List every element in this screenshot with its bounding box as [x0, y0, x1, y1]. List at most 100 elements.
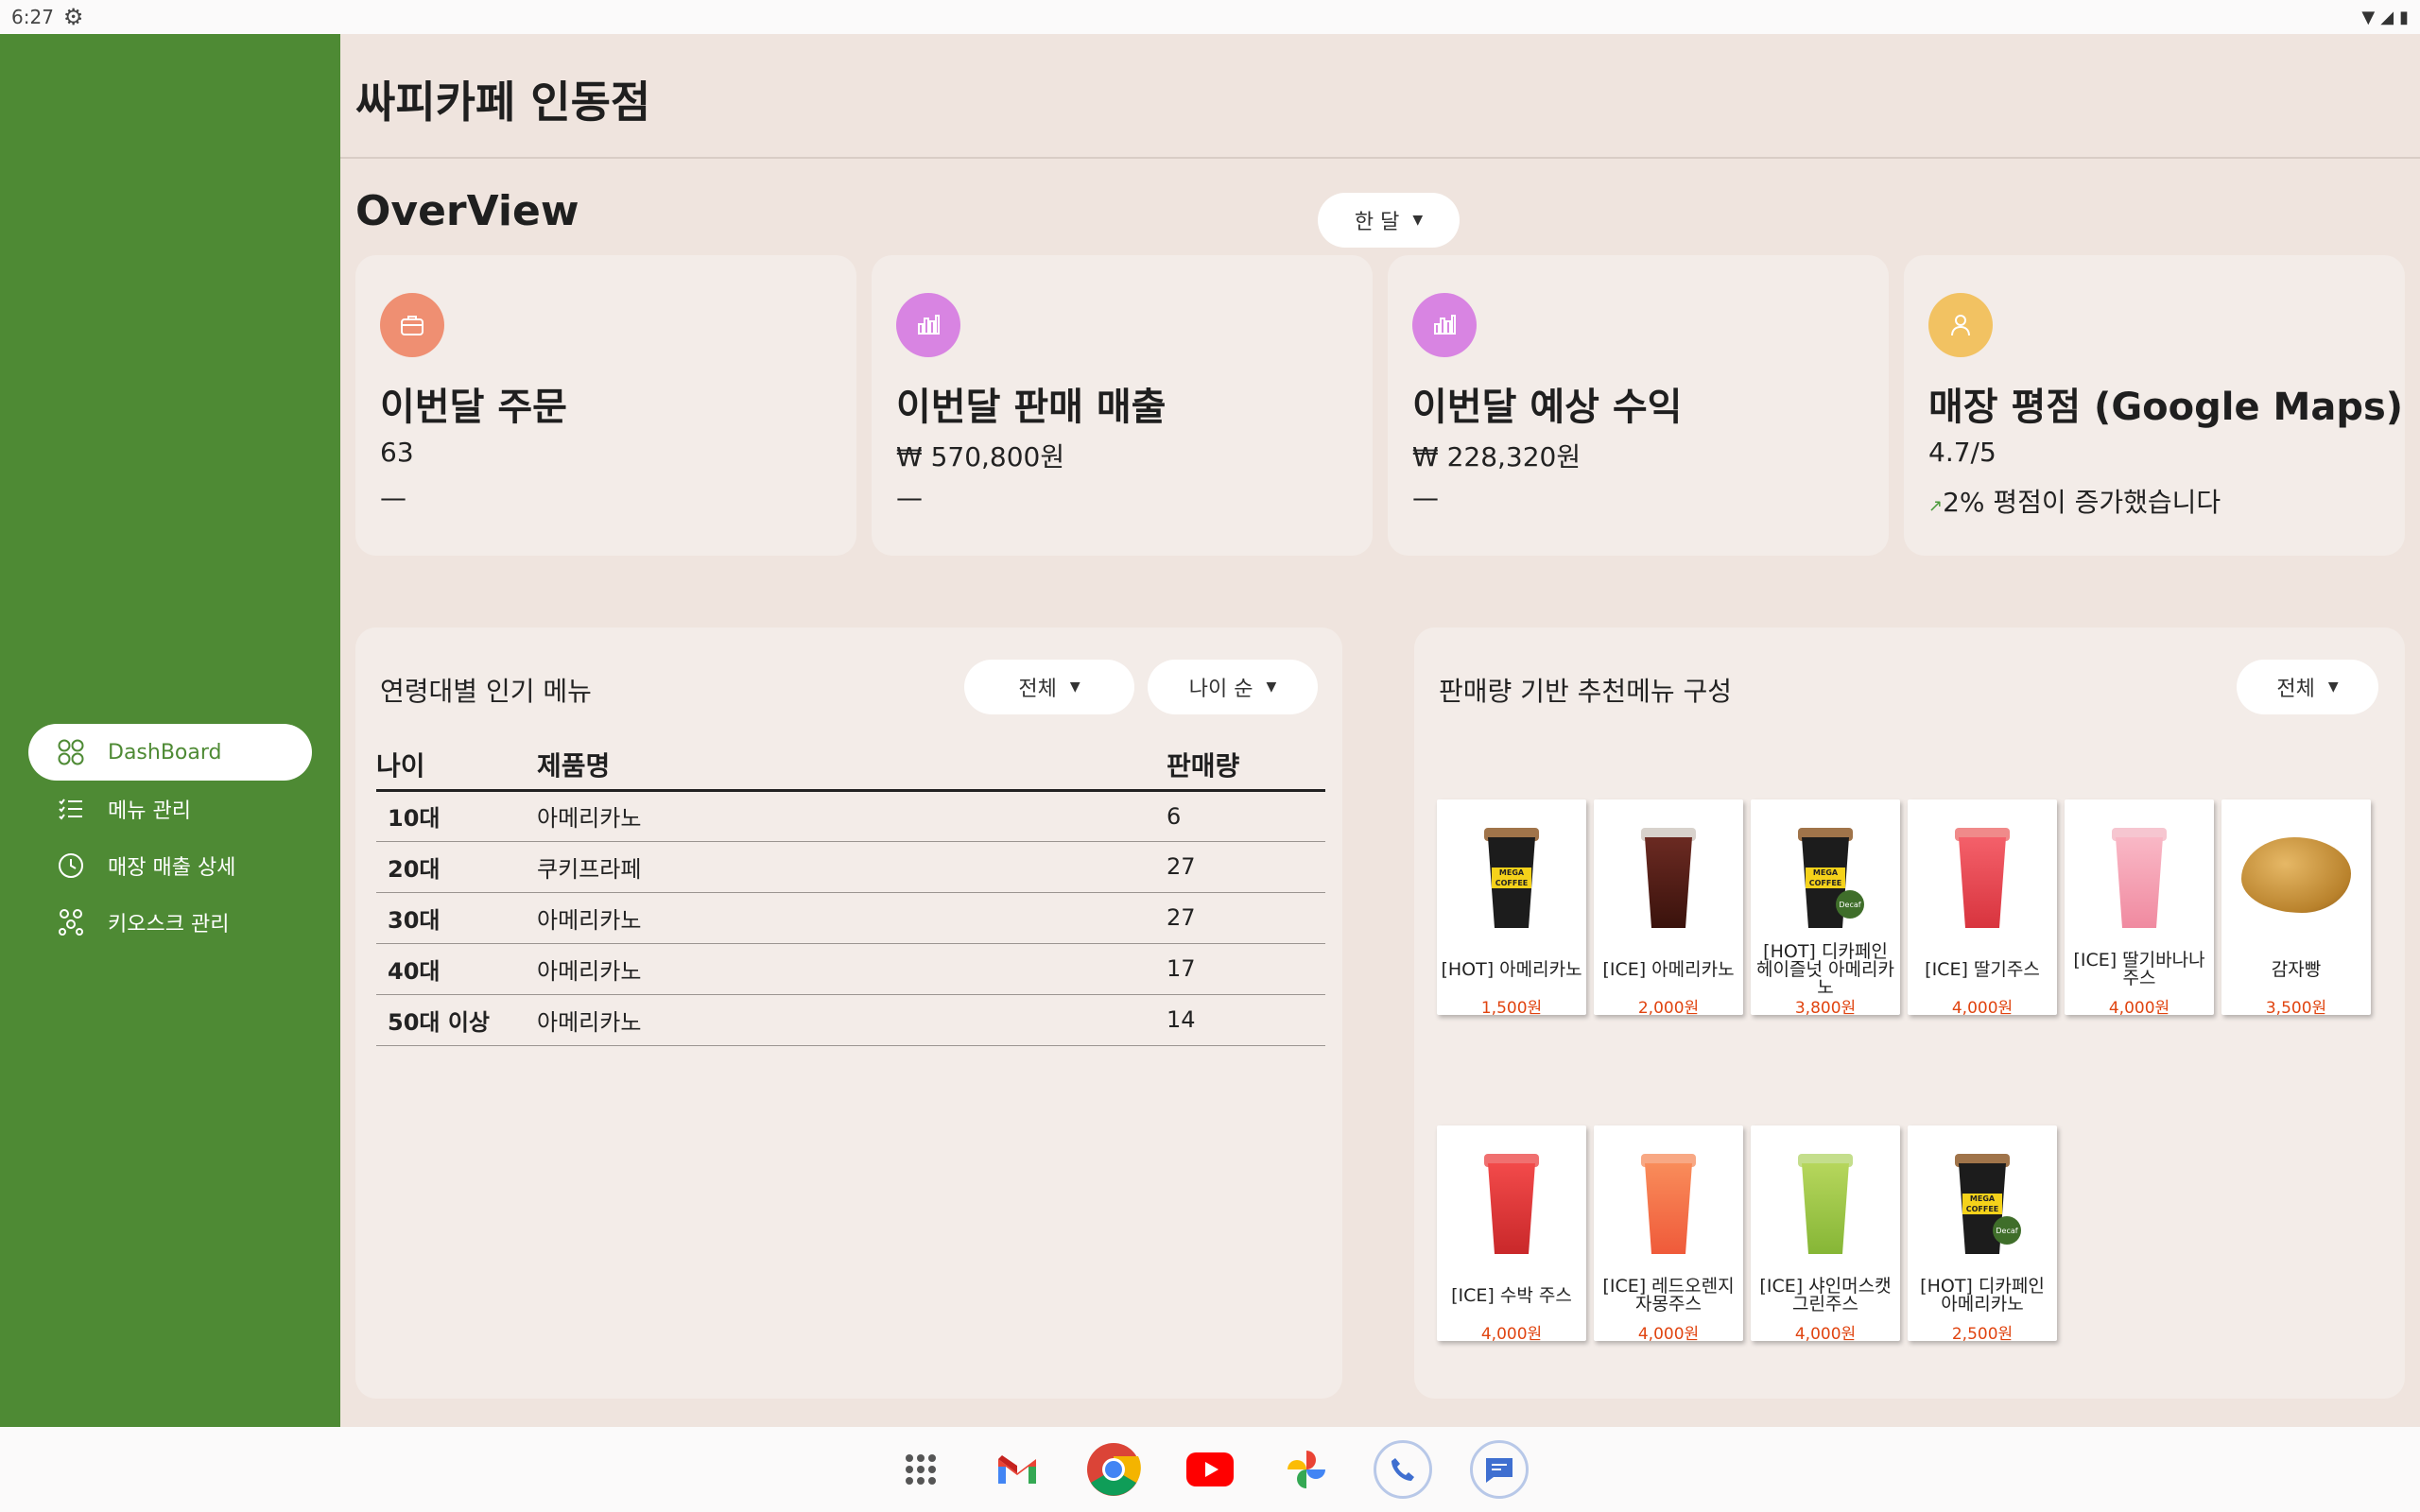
sidebar: DashBoard 메뉴 관리 매장 매출 상세 키오스크 관리	[0, 34, 340, 1427]
bar-chart-icon	[1412, 293, 1477, 357]
grid-icon	[55, 736, 87, 768]
menu-name: [ICE] 딸기주스	[1925, 958, 2040, 980]
gmail-icon[interactable]	[988, 1440, 1046, 1499]
panel-title: 연령대별 인기 메뉴	[380, 676, 592, 707]
card-delta: —	[1412, 482, 1439, 513]
sidebar-item-sales-detail[interactable]: 매장 매출 상세	[28, 837, 312, 894]
menu-price: 4,000원	[2108, 999, 2170, 1018]
wifi-icon: ▼	[2361, 7, 2376, 27]
strawberry-juice-image	[1908, 809, 2057, 941]
card-delta: —	[380, 482, 406, 513]
menu-card[interactable]: MEGA COFFEE Decaf [HOT] 디카페인 아메리카노 2,500원	[1908, 1125, 2057, 1344]
caret-down-icon: ▼	[1412, 213, 1424, 228]
youtube-icon[interactable]	[1181, 1440, 1239, 1499]
menu-price: 4,000원	[1637, 1325, 1700, 1344]
sidebar-item-dashboard[interactable]: DashBoard	[28, 724, 312, 781]
menu-price: 4,000원	[1480, 1325, 1543, 1344]
coffee-cup-image: MEGA COFFEE	[1437, 809, 1586, 941]
strawberry-banana-juice-image	[2065, 809, 2214, 941]
menu-name: [ICE] 레드오렌지자몽주스	[1602, 1276, 1735, 1314]
cell-sales: 6	[1167, 790, 1325, 842]
page-title: 싸피카페 인동점	[355, 77, 651, 128]
menu-name: 감자빵	[2271, 958, 2322, 980]
iced-coffee-image	[1594, 809, 1743, 941]
cell-age: 20대	[376, 841, 537, 893]
main-content: 싸피카페 인동점 OverView 한 달 ▼ 이번달 주문 63 — 이번달 …	[340, 34, 2420, 1427]
phone-icon[interactable]	[1374, 1440, 1432, 1499]
column-header-age: 나이	[376, 741, 537, 792]
caret-down-icon: ▼	[2327, 679, 2339, 695]
age-sort-dropdown[interactable]: 나이 순 ▼	[1148, 660, 1318, 714]
decaf-coffee-image: MEGA COFFEE Decaf	[1751, 809, 1900, 941]
status-icons: ▼ ◢ ▮	[2361, 8, 2409, 27]
overview-card-expected-profit: 이번달 예상 수익 ₩ 228,320원 —	[1388, 255, 1889, 556]
status-bar: 6:27 ⚙ ▼ ◢ ▮	[0, 0, 2420, 34]
settings-gear-icon: ⚙	[62, 4, 84, 30]
menu-price: 4,000원	[1951, 999, 2014, 1018]
bar-chart-icon	[896, 293, 960, 357]
menu-card[interactable]: 감자빵 3,500원	[2221, 799, 2371, 1018]
menu-name: [ICE] 딸기바나나주스	[2073, 950, 2205, 988]
overview-title: OverView	[355, 187, 579, 235]
sidebar-item-kiosk-management[interactable]: 키오스크 관리	[28, 894, 312, 951]
caret-down-icon: ▼	[1069, 679, 1080, 695]
sidebar-item-label: 메뉴 관리	[108, 799, 191, 823]
sidebar-item-label: DashBoard	[108, 740, 222, 765]
age-filter-value: 전체	[1018, 678, 1057, 701]
cell-age: 50대 이상	[376, 994, 537, 1046]
card-value: 63	[380, 437, 414, 468]
menu-card[interactable]: MEGA COFFEE Decaf [HOT] 디카페인 헤이즐넛 아메리카노 3…	[1751, 799, 1900, 1018]
shine-muscat-juice-image	[1751, 1135, 1900, 1267]
table-row: 40대 아메리카노 17	[376, 943, 1325, 995]
column-header-product: 제품명	[537, 741, 1167, 792]
age-filter-dropdown[interactable]: 전체 ▼	[964, 660, 1134, 714]
table-row: 20대 쿠키프라페 27	[376, 841, 1325, 893]
recommend-filter-dropdown[interactable]: 전체 ▼	[2237, 660, 2378, 714]
cell-sales: 27	[1167, 892, 1325, 944]
menu-card[interactable]: [ICE] 레드오렌지자몽주스 4,000원	[1594, 1125, 1743, 1344]
cell-product: 아메리카노	[537, 892, 1167, 944]
recommend-filter-value: 전체	[2276, 678, 2315, 701]
menu-card[interactable]: MEGA COFFEE [HOT] 아메리카노 1,500원	[1437, 799, 1586, 1018]
menu-price: 2,500원	[1951, 1325, 2014, 1344]
cell-age: 30대	[376, 892, 537, 944]
menu-name: [HOT] 디카페인 헤이즐넛 아메리카노	[1756, 940, 1894, 998]
card-label: 이번달 예상 수익	[1412, 386, 1683, 429]
menu-name: [ICE] 샤인머스캣그린주스	[1759, 1276, 1892, 1314]
table-header-row: 나이 제품명 판매량	[376, 741, 1325, 792]
menu-card[interactable]: [ICE] 아메리카노 2,000원	[1594, 799, 1743, 1018]
watermelon-juice-image	[1437, 1135, 1586, 1267]
age-menu-table: 나이 제품명 판매량 10대 아메리카노 6 20대 쿠키프라페 27 30대	[376, 741, 1325, 1046]
messages-icon[interactable]	[1470, 1440, 1529, 1499]
sidebar-item-menu-management[interactable]: 메뉴 관리	[28, 781, 312, 837]
recommend-menu-grid: MEGA COFFEE [HOT] 아메리카노 1,500원 [ICE] 아메리…	[1437, 799, 2382, 1348]
sidebar-nav: DashBoard 메뉴 관리 매장 매출 상세 키오스크 관리	[28, 724, 312, 951]
recommend-menu-panel: 판매량 기반 추천메뉴 구성 전체 ▼ MEGA COFFEE [HOT] 아메…	[1414, 627, 2405, 1399]
chrome-icon[interactable]	[1084, 1440, 1143, 1499]
photos-icon[interactable]	[1277, 1440, 1336, 1499]
menu-card[interactable]: [ICE] 딸기주스 4,000원	[1908, 799, 2057, 1018]
cell-sales: 14	[1167, 994, 1325, 1046]
potato-bread-image	[2221, 809, 2371, 941]
briefcase-icon	[380, 293, 444, 357]
sidebar-item-label: 키오스크 관리	[108, 913, 230, 936]
header-divider	[340, 157, 2420, 159]
card-delta: ↗2% 평점이 증가했습니다	[1928, 482, 2221, 520]
signal-icon: ◢	[2380, 7, 2394, 27]
period-dropdown[interactable]: 한 달 ▼	[1318, 193, 1460, 248]
menu-card[interactable]: [ICE] 딸기바나나주스 4,000원	[2065, 799, 2214, 1018]
apps-grid-icon[interactable]	[891, 1440, 950, 1499]
card-value: 4.7/5	[1928, 437, 1996, 468]
column-header-sales: 판매량	[1167, 741, 1325, 792]
menu-card[interactable]: [ICE] 샤인머스캣그린주스 4,000원	[1751, 1125, 1900, 1344]
overview-card-store-rating: 매장 평점 (Google Maps) 4.7/5 ↗2% 평점이 증가했습니다	[1904, 255, 2405, 556]
overview-card-monthly-sales: 이번달 판매 매출 ₩ 570,800원 —	[872, 255, 1373, 556]
table-row: 30대 아메리카노 27	[376, 892, 1325, 944]
orange-grapefruit-juice-image	[1594, 1135, 1743, 1267]
menu-price: 2,000원	[1637, 999, 1700, 1018]
decaf-americano-image: MEGA COFFEE Decaf	[1908, 1135, 2057, 1267]
menu-card[interactable]: [ICE] 수박 주스 4,000원	[1437, 1125, 1586, 1344]
status-time: 6:27	[11, 6, 54, 28]
menu-price: 1,500원	[1480, 999, 1543, 1018]
period-dropdown-value: 한 달	[1354, 211, 1400, 234]
